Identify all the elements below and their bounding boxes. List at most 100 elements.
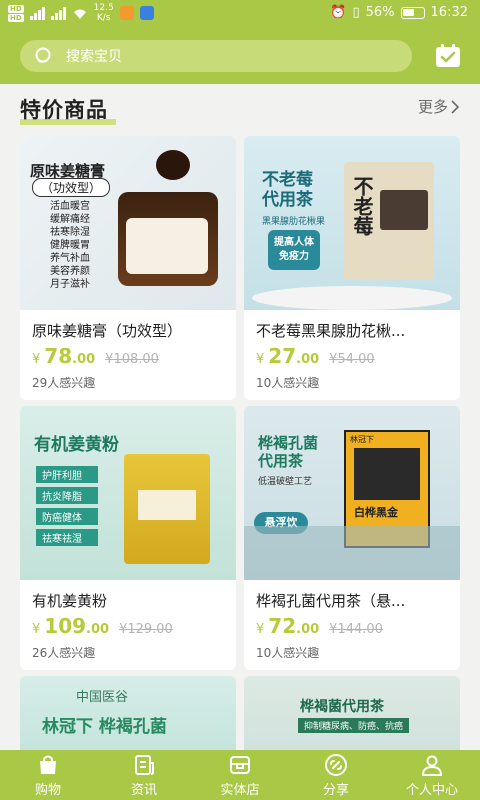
shopping-bag-icon: [40, 755, 56, 774]
more-label: 更多: [417, 98, 448, 116]
product-price: ¥ 78 .00 ¥108.00: [32, 344, 159, 368]
old-price: 144.00: [337, 622, 383, 637]
net-speed-unit: K/s: [96, 13, 111, 23]
price-decimal: .00: [296, 352, 320, 367]
nav-label: 资讯: [130, 782, 157, 798]
image-tag: 抗炎降脂: [36, 487, 98, 504]
tea-package-image: 不老莓: [344, 162, 434, 280]
sim1-label: HD: [8, 4, 24, 13]
user-icon: [421, 755, 443, 776]
signal2-icon: [50, 6, 66, 20]
old-price: 54.00: [337, 352, 375, 367]
product-card[interactable]: 有机姜黄粉 护肝利胆抗炎降脂防癌健体祛寒祛湿 有机姜黄粉 ¥ 109 .00 ¥…: [20, 406, 236, 670]
nav-item-profile[interactable]: 个人中心: [384, 750, 480, 800]
nav-label: 实体店: [220, 782, 260, 798]
net-speed-value: 12.5: [93, 3, 114, 13]
notification-app2-icon: [139, 6, 154, 20]
product-card[interactable]: 桦褐孔菌 代用茶 低温破壁工艺 悬浮饮 林冠下 白桦黑金 桦褐孔菌代用茶（悬..…: [244, 406, 460, 670]
table-surface: [244, 526, 460, 580]
image-tag: 护肝利胆: [36, 466, 98, 483]
image-title: 林冠下 桦褐孔菌: [42, 717, 167, 737]
product-name: 不老莓黑果腺肋花楸...: [256, 322, 406, 340]
product-name: 桦褐孔菌代用茶（悬...: [256, 592, 406, 610]
box-photo: [354, 448, 420, 500]
image-brand: 中国医谷: [76, 690, 129, 705]
badge-line2: 免疫力: [279, 251, 309, 262]
sim2-label: HD: [8, 13, 24, 22]
price-decimal: .00: [86, 622, 110, 637]
image-subtitle: 低温破壁工艺: [258, 477, 313, 487]
package-title: 不老莓: [350, 176, 374, 236]
image-tag-list: 活血暖宫 缓解痛经 祛寒除湿 健脾暖胃 养气补血 美容养颜 月子滋补: [32, 200, 90, 291]
turmeric-bag-image: [124, 454, 210, 564]
nav-item-news[interactable]: 资讯: [96, 750, 192, 800]
header: HD HD 12.5 K/s ⏰ ▯ 56% 16:32 搜索宝贝: [0, 0, 480, 84]
image-title-line2: 代用茶: [262, 190, 313, 210]
image-title-line1: 桦褐孔菌: [258, 434, 319, 452]
interest-count: 10人感兴趣: [256, 376, 320, 390]
nav-item-share[interactable]: 分享: [288, 750, 384, 800]
section-title-text: 特价商品: [20, 98, 108, 122]
image-tag: 缓解痛经: [50, 214, 90, 225]
currency-symbol: ¥: [256, 352, 265, 367]
image-tag: 祛寒除湿: [50, 227, 90, 238]
nav-label: 分享: [322, 782, 349, 798]
nav-item-shopping[interactable]: 购物: [0, 750, 96, 800]
notification-app-icon: [119, 6, 134, 20]
chevron-right-icon: [451, 99, 460, 114]
search-placeholder: 搜索宝贝: [66, 49, 122, 65]
image-badge: 提高人体 免疫力: [268, 230, 320, 270]
interest-count: 10人感兴趣: [256, 646, 320, 660]
nav-label: 购物: [34, 782, 61, 798]
image-title: 桦褐孔菌 代用茶: [258, 434, 318, 470]
image-subtitle: 黑果腺肋花楸果: [262, 217, 326, 227]
price-integer: 72: [268, 614, 297, 638]
image-subtitle: （功效型）: [32, 178, 111, 197]
section-title: 特价商品: [20, 94, 116, 125]
box-title: 白桦黑金: [354, 506, 398, 519]
image-tag: 美容养颜: [50, 266, 90, 277]
product-price: ¥ 109 .00 ¥129.00: [32, 614, 173, 638]
nav-label: 个人中心: [405, 782, 458, 798]
product-card[interactable]: 不老莓 代用茶 黑果腺肋花楸果 提高人体 免疫力 不老莓 不老莓黑果腺肋花楸..…: [244, 136, 460, 400]
calendar-checkin-icon[interactable]: [434, 42, 462, 70]
price-integer: 27: [268, 344, 297, 368]
store-icon: [230, 755, 250, 774]
nav-item-store[interactable]: 实体店: [192, 750, 288, 800]
image-title: 有机姜黄粉: [34, 435, 119, 455]
image-tag: 祛寒祛湿: [36, 529, 98, 546]
bag-label: [138, 490, 196, 520]
product-card[interactable]: 原味姜糖膏 （功效型） 活血暖宫 缓解痛经 祛寒除湿 健脾暖胃 养气补血 美容养颜 月子滋补…: [20, 136, 236, 400]
product-name: 有机姜黄粉: [32, 592, 108, 610]
search-icon: [35, 47, 51, 63]
product-image: 不老莓 代用茶 黑果腺肋花楸果 提高人体 免疫力 不老莓: [244, 136, 460, 310]
currency-symbol: ¥: [32, 622, 41, 637]
interest-count: 29人感兴趣: [32, 376, 96, 390]
more-link[interactable]: 更多: [418, 96, 460, 117]
image-tag: 活血暖宫: [50, 201, 90, 212]
jar-label: [126, 218, 208, 274]
status-bar: HD HD 12.5 K/s ⏰ ▯ 56% 16:32: [0, 0, 480, 30]
image-tag: 健脾暖胃: [50, 240, 90, 251]
search-bar[interactable]: 搜索宝贝: [20, 40, 412, 72]
old-price: 129.00: [127, 622, 173, 637]
interest-count: 26人感兴趣: [32, 646, 96, 660]
alarm-icon: ⏰: [330, 5, 347, 20]
price-decimal: .00: [296, 622, 320, 637]
wifi-icon: [73, 9, 86, 19]
clock: 16:32: [430, 5, 468, 20]
old-price: 108.00: [113, 352, 159, 367]
image-title-line1: 不老莓: [262, 170, 313, 190]
package-photo: [380, 190, 428, 230]
image-tag: 防癌健体: [36, 508, 98, 525]
sim-indicator: HD HD: [8, 4, 24, 22]
signal-icon: [29, 6, 45, 20]
image-title: 不老莓 代用茶: [262, 170, 313, 210]
news-icon: [135, 754, 154, 775]
price-decimal: .00: [72, 352, 96, 367]
badge-line1: 提高人体: [274, 237, 314, 248]
battery-icon: [400, 6, 425, 19]
spoon-image: [156, 150, 190, 180]
box-brand: 林冠下: [350, 435, 374, 444]
net-speed: 12.5 K/s: [94, 3, 114, 23]
